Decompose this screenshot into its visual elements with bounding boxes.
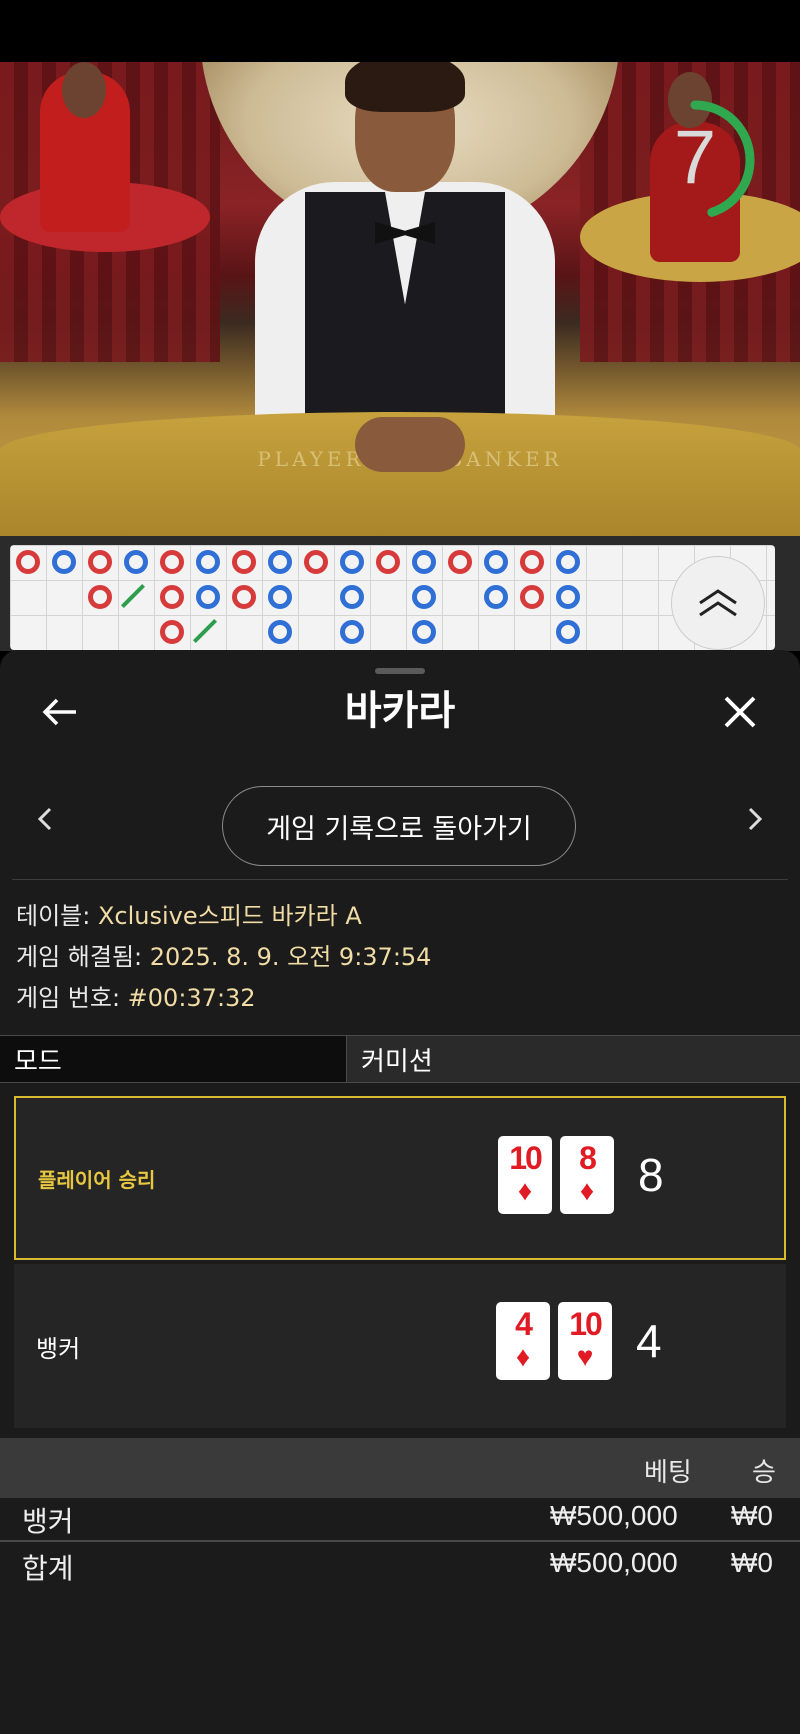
player-bead	[232, 550, 256, 574]
game-detail-sheet: 바카라 게임 기록으로 돌아가기 테이블: Xclusive스피드 바카라 A …	[0, 650, 800, 1734]
mode-tabs: 모드 커미션	[0, 1035, 800, 1083]
status-bar	[0, 0, 800, 62]
page-title: 바카라	[344, 688, 456, 734]
banker-score: 4	[636, 1315, 662, 1367]
card-rank: 10	[509, 1140, 543, 1176]
player-bead	[160, 550, 184, 574]
banker-bead	[484, 550, 508, 574]
divider	[12, 879, 788, 880]
column-bet: 베팅	[644, 1458, 692, 1488]
banker-bead	[340, 550, 364, 574]
tie-mark	[120, 583, 146, 609]
tie-bead	[120, 583, 148, 609]
game-number-info: 게임 번호: #00:37:32	[16, 983, 256, 1013]
card-suit: ♦	[517, 1175, 533, 1206]
player-score: 8	[638, 1149, 664, 1201]
tie-mark	[192, 618, 218, 644]
banker-bead	[268, 620, 292, 644]
player-bead	[160, 585, 184, 609]
player-bead	[376, 550, 400, 574]
table-info: 테이블: Xclusive스피드 바카라 A	[16, 901, 362, 931]
back-button[interactable]	[38, 690, 82, 734]
card-suit: ♦	[579, 1175, 595, 1206]
close-icon	[724, 696, 756, 728]
row-divider	[0, 1540, 800, 1542]
column-win: 승	[752, 1458, 776, 1488]
banker-bead	[412, 550, 436, 574]
back-to-history-button[interactable]: 게임 기록으로 돌아가기	[222, 786, 576, 866]
bet-amount: ₩500,000	[550, 1500, 678, 1531]
table-label: 테이블:	[16, 902, 98, 930]
banker-bead	[556, 550, 580, 574]
resolved-info: 게임 해결됨: 2025. 8. 9. 오전 9:37:54	[16, 942, 431, 972]
countdown-number: 7	[673, 115, 717, 200]
banker-bead	[556, 585, 580, 609]
playing-card: 4 ♦	[496, 1302, 550, 1380]
card-rank: 8	[579, 1140, 597, 1176]
player-bead	[448, 550, 472, 574]
game-number-label: 게임 번호:	[16, 984, 128, 1012]
table-row: 뱅커 ₩500,000 ₩0	[0, 1496, 800, 1540]
player-bead	[232, 585, 256, 609]
banker-bead	[340, 585, 364, 609]
player-bead	[88, 550, 112, 574]
banker-bead	[556, 620, 580, 644]
playing-card: 10 ♦	[498, 1136, 552, 1214]
banker-bead	[484, 585, 508, 609]
player-bead	[88, 585, 112, 609]
bet-name: 뱅커	[22, 1506, 74, 1537]
dealer-hair	[345, 62, 465, 112]
resolved-label: 게임 해결됨:	[16, 943, 150, 971]
card-suit: ♥	[576, 1341, 594, 1372]
next-game-button[interactable]	[738, 802, 772, 836]
dealer-left-head	[62, 62, 106, 118]
tab-mode[interactable]: 모드	[0, 1036, 347, 1082]
banker-bead	[196, 585, 220, 609]
banker-bead	[196, 550, 220, 574]
playing-card: 10 ♥	[558, 1302, 612, 1380]
banker-bead	[412, 620, 436, 644]
expand-roadmap-button[interactable]	[672, 557, 764, 649]
card-suit: ♦	[515, 1341, 531, 1372]
playing-card: 8 ♦	[560, 1136, 614, 1214]
table-value: Xclusive스피드 바카라 A	[97, 902, 362, 930]
player-result-label: 플레이어 승리	[38, 1167, 156, 1192]
bet-name: 합계	[22, 1553, 74, 1584]
player-bead	[520, 585, 544, 609]
player-result: 플레이어 승리 10 ♦ 8 ♦ 8	[14, 1096, 786, 1260]
previous-game-button[interactable]	[28, 802, 62, 836]
bets-table-header: 베팅 승	[0, 1438, 800, 1498]
card-rank: 10	[569, 1306, 603, 1342]
resolved-value: 2025. 8. 9. 오전 9:37:54	[149, 943, 432, 971]
dealer-hands	[355, 417, 465, 472]
card-rank: 4	[515, 1306, 533, 1342]
chevron-right-icon	[748, 807, 763, 831]
close-button[interactable]	[718, 690, 762, 734]
arrow-left-icon	[42, 698, 76, 726]
player-bead	[16, 550, 40, 574]
win-amount: ₩0	[731, 1500, 773, 1531]
banker-bead	[124, 550, 148, 574]
player-bead	[304, 550, 328, 574]
banker-bead	[412, 585, 436, 609]
tie-bead	[192, 618, 220, 644]
sheet-drag-handle[interactable]	[375, 668, 425, 674]
double-chevron-up-icon	[699, 589, 737, 617]
game-number-value: #00:37:32	[127, 984, 256, 1012]
banker-result-label: 뱅커	[36, 1334, 81, 1363]
tab-commission[interactable]: 커미션	[347, 1036, 800, 1082]
bet-amount: ₩500,000	[550, 1547, 678, 1578]
win-amount: ₩0	[731, 1547, 773, 1578]
roadmap-edge	[782, 545, 800, 650]
player-bead	[520, 550, 544, 574]
banker-bead	[340, 620, 364, 644]
chevron-left-icon	[37, 807, 52, 831]
player-bead	[160, 620, 184, 644]
banker-bead	[268, 550, 292, 574]
banker-bead	[268, 585, 292, 609]
banker-result: 뱅커 4 ♦ 10 ♥ 4	[14, 1264, 786, 1428]
table-row: 합계 ₩500,000 ₩0	[0, 1543, 800, 1587]
banker-bead	[52, 550, 76, 574]
bead-road-grid	[10, 545, 775, 650]
